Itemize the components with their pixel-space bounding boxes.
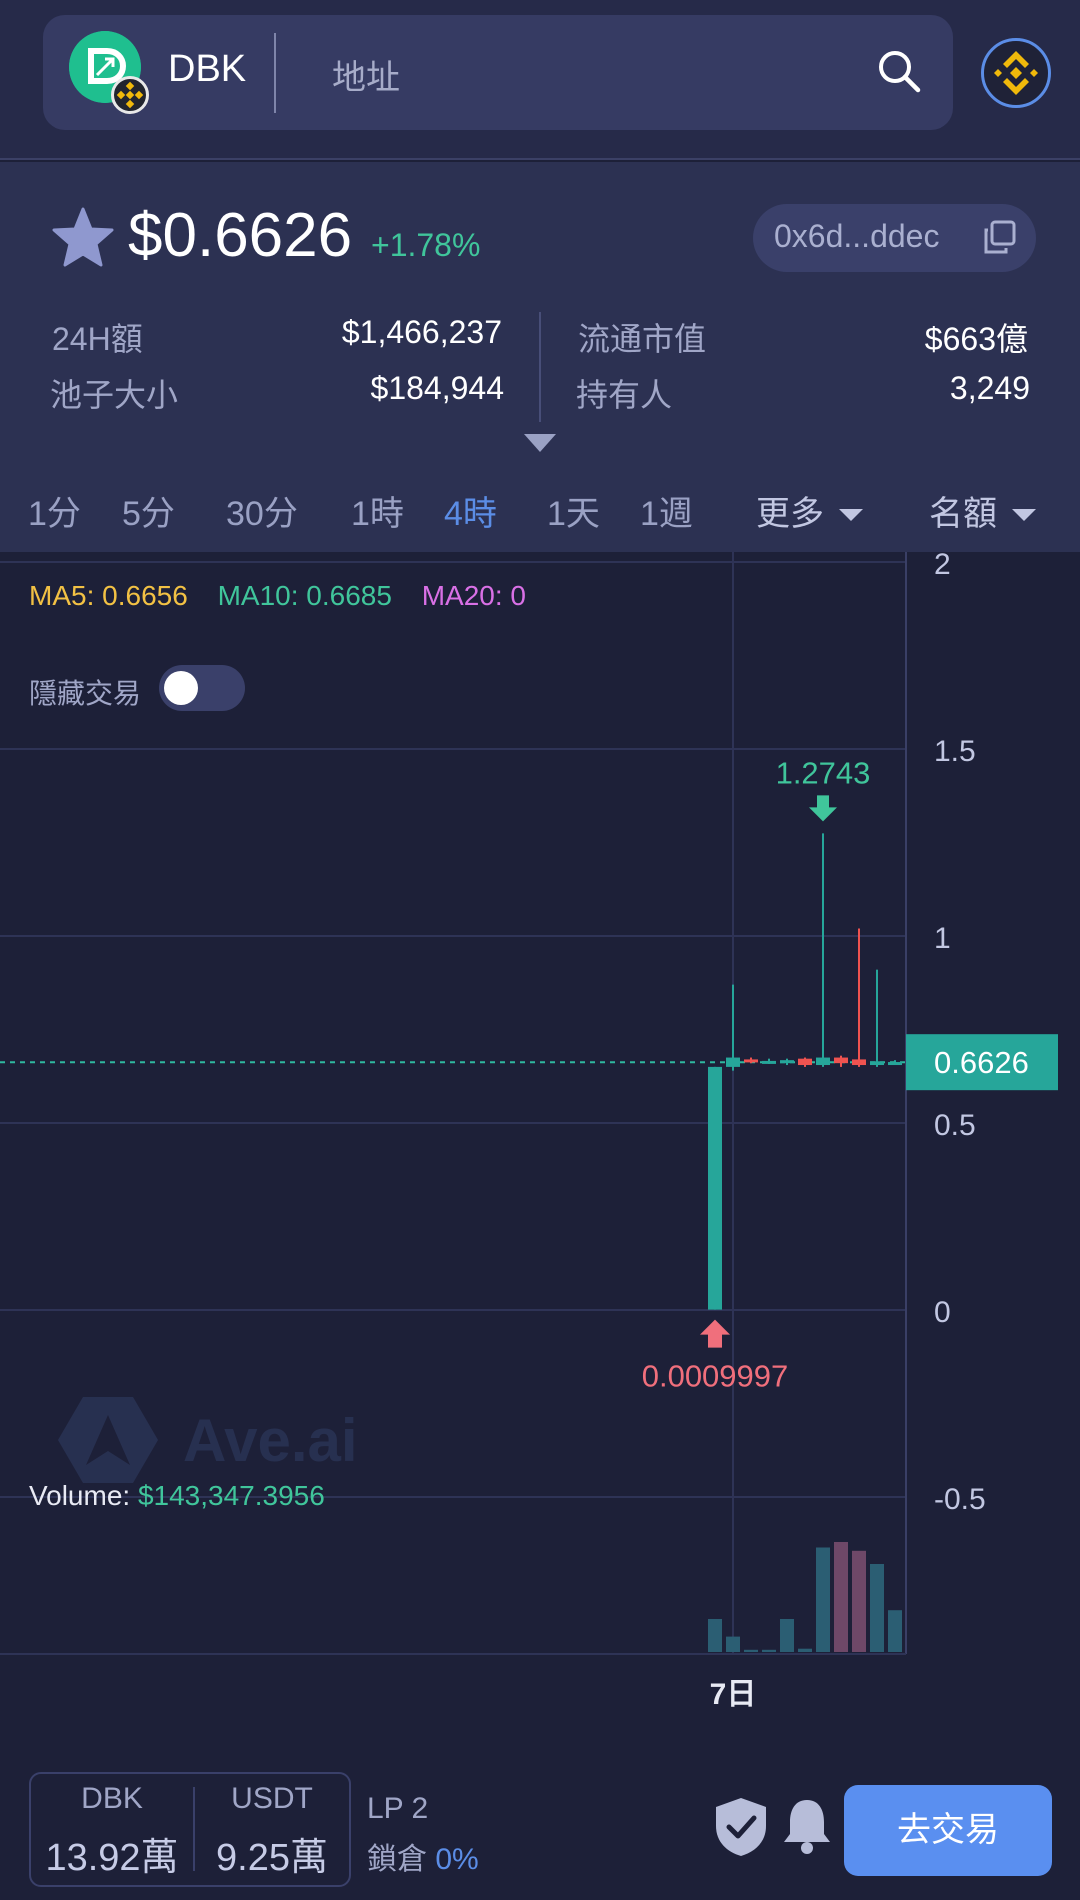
stat-value-market-cap: $663億 xyxy=(924,321,1028,357)
current-price-tag-label: 0.6626 xyxy=(934,1045,1029,1080)
watermark-logo-icon: Ave.ai xyxy=(58,1397,358,1483)
ranking-dropdown[interactable]: 名額 xyxy=(929,486,1037,535)
toggle-knob xyxy=(164,671,198,705)
more-intervals-dropdown[interactable]: 更多 xyxy=(756,486,864,535)
base-token-symbol: DBK xyxy=(81,1782,143,1815)
quote-token-symbol: USDT xyxy=(231,1782,313,1815)
x-tick-label: 7日 xyxy=(710,1678,757,1711)
low-arrow-icon xyxy=(700,1319,730,1348)
candle-body xyxy=(780,1060,794,1064)
price-change: +1.78% xyxy=(371,227,481,263)
bnb-chain-button[interactable] xyxy=(981,38,1051,108)
candle-body xyxy=(834,1057,848,1064)
stat-value-pool-size: $184,944 xyxy=(370,370,504,406)
stat-label-pool-size: 池子大小 xyxy=(50,377,179,413)
tab-1d[interactable]: 1天 xyxy=(547,486,600,535)
candle-body xyxy=(708,1066,722,1310)
y-tick-label: 2 xyxy=(934,552,951,581)
quote-token-amount: 9.25萬 xyxy=(216,1837,328,1879)
token-symbol[interactable]: DBK xyxy=(168,48,246,91)
stat-label-24h-volume: 24H額 xyxy=(52,321,143,357)
volume-bar xyxy=(726,1636,740,1652)
contract-address: 0x6d...ddec xyxy=(774,218,940,254)
volume-bar xyxy=(780,1619,794,1652)
volume-indicator: Volume: $143,347.3956 xyxy=(29,1480,325,1512)
tab-1w[interactable]: 1週 xyxy=(640,486,693,535)
volume-bar xyxy=(834,1542,848,1652)
candle-body xyxy=(726,1057,740,1067)
volume-bar xyxy=(888,1610,902,1652)
candle-body xyxy=(744,1059,758,1063)
y-tick-label: 1.5 xyxy=(934,735,976,768)
ranking-label: 名額 xyxy=(929,495,997,533)
ma5-value: 0.6656 xyxy=(102,580,188,611)
favorite-star-icon[interactable] xyxy=(50,205,116,271)
ma20-value: 0 xyxy=(510,580,526,611)
chain-badge-icon xyxy=(111,76,149,114)
lock-value: 0% xyxy=(435,1843,479,1876)
more-intervals-label: 更多 xyxy=(756,495,824,533)
volume-bar xyxy=(798,1648,812,1652)
candlestick-chart[interactable]: 2 1.5 1 0.5 0 -0.5 7日 0.6626 1.2743 0.0009997 xyxy=(0,552,1080,1732)
chevron-down-icon xyxy=(839,509,864,522)
watermark-text: Ave.ai xyxy=(183,1407,358,1474)
tab-1h[interactable]: 1時 xyxy=(351,486,404,535)
low-price-label: 0.0009997 xyxy=(642,1359,789,1394)
y-tick-label: 1 xyxy=(934,922,951,955)
address-input[interactable]: 地址 xyxy=(332,50,400,99)
ma20-label: MA20: xyxy=(421,580,503,611)
ma5-label: MA5: xyxy=(29,580,95,611)
stat-label-market-cap: 流通市值 xyxy=(578,321,707,357)
candle-body xyxy=(888,1062,902,1066)
collapse-triangle-icon[interactable] xyxy=(524,434,556,452)
ma10-label: MA10: xyxy=(217,580,299,611)
hide-trades-label: 隱藏交易 xyxy=(29,678,142,709)
base-token-amount: 13.92萬 xyxy=(45,1837,179,1879)
candle-body xyxy=(816,1057,830,1066)
volume-bar xyxy=(744,1649,758,1652)
tab-1m[interactable]: 1分 xyxy=(28,486,81,535)
security-shield-icon[interactable] xyxy=(713,1796,769,1858)
candle-body xyxy=(852,1059,866,1066)
stat-value-holders: 3,249 xyxy=(949,370,1030,406)
stat-value-24h-volume: $1,466,237 xyxy=(341,314,502,350)
chevron-down-icon xyxy=(1012,509,1037,522)
y-tick-label: 0 xyxy=(934,1296,951,1329)
stats-divider xyxy=(539,312,541,422)
volume-bar xyxy=(762,1649,776,1652)
volume-label: Volume: xyxy=(29,1480,131,1511)
ma-indicators: MA5: 0.6656 MA10: 0.6685 MA20: 0 xyxy=(29,580,526,612)
volume-bar xyxy=(852,1550,866,1652)
volume-bar xyxy=(816,1547,830,1652)
tab-4h[interactable]: 4時 xyxy=(444,486,497,535)
lock-label: 鎖倉 xyxy=(367,1843,427,1876)
lp-count: LP 2 xyxy=(367,1792,429,1825)
volume-bar xyxy=(708,1619,722,1652)
bnb-chain-icon xyxy=(994,51,1038,95)
lock-info: 鎖倉 0% xyxy=(367,1834,479,1878)
volume-bar xyxy=(870,1564,884,1652)
stat-label-holders: 持有人 xyxy=(576,377,673,413)
tab-5m[interactable]: 5分 xyxy=(122,486,175,535)
volume-value: $143,347.3956 xyxy=(137,1480,325,1511)
y-tick-label: 0.5 xyxy=(934,1109,976,1142)
candle-body xyxy=(870,1061,884,1066)
header-divider xyxy=(274,33,276,113)
high-price-label: 1.2743 xyxy=(776,755,871,790)
go-trade-button[interactable]: 去交易 xyxy=(844,1785,1052,1876)
copy-icon[interactable] xyxy=(982,220,1016,254)
candle-body xyxy=(798,1058,812,1066)
y-tick-label: -0.5 xyxy=(934,1483,986,1516)
current-price: $0.6626 xyxy=(128,201,353,270)
ma10-value: 0.6685 xyxy=(306,580,392,611)
tab-30m[interactable]: 30分 xyxy=(226,486,298,535)
search-icon[interactable] xyxy=(876,48,922,94)
alert-bell-icon[interactable] xyxy=(781,1796,833,1856)
candle-body xyxy=(762,1060,776,1064)
high-arrow-icon xyxy=(809,795,837,822)
